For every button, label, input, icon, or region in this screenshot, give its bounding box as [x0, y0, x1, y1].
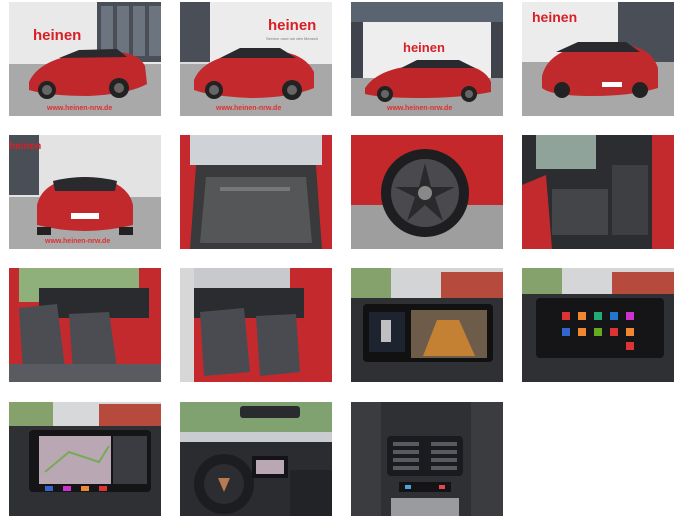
- photo-thumbnail-6[interactable]: [180, 135, 332, 249]
- photo-thumbnail-5[interactable]: heinen www.heinen-nrw.de: [9, 135, 161, 249]
- dealer-tagline: Service rund um den Mensch: [266, 36, 318, 41]
- dealer-logo: heinen: [9, 141, 41, 152]
- watermark: www.heinen-nrw.de: [386, 105, 452, 112]
- photo-thumbnail-12[interactable]: [522, 268, 674, 382]
- photo-thumbnail-2[interactable]: heinen Service rund um den Mensch www.he…: [180, 2, 332, 116]
- dealer-logo: heinen: [33, 27, 81, 44]
- dealer-logo: heinen: [532, 9, 577, 25]
- dealer-logo: heinen: [268, 17, 316, 34]
- dealer-logo: heinen: [403, 40, 445, 55]
- photo-thumbnail-13[interactable]: [9, 402, 161, 516]
- photo-gallery: heinen www.heinen-nrw.de heinen Service …: [0, 0, 677, 516]
- photo-thumbnail-1[interactable]: heinen www.heinen-nrw.de: [9, 2, 161, 116]
- photo-thumbnail-9[interactable]: [9, 268, 161, 382]
- photo-thumbnail-10[interactable]: [180, 268, 332, 382]
- photo-thumbnail-7[interactable]: [351, 135, 503, 249]
- photo-thumbnail-15[interactable]: [351, 402, 503, 516]
- photo-thumbnail-14[interactable]: [180, 402, 332, 516]
- watermark: www.heinen-nrw.de: [46, 105, 112, 112]
- watermark: www.heinen-nrw.de: [44, 238, 110, 245]
- watermark: www.heinen-nrw.de: [215, 105, 281, 112]
- photo-thumbnail-4[interactable]: heinen: [522, 2, 674, 116]
- photo-thumbnail-3[interactable]: heinen www.heinen-nrw.de: [351, 2, 503, 116]
- photo-thumbnail-11[interactable]: [351, 268, 503, 382]
- photo-thumbnail-8[interactable]: [522, 135, 674, 249]
